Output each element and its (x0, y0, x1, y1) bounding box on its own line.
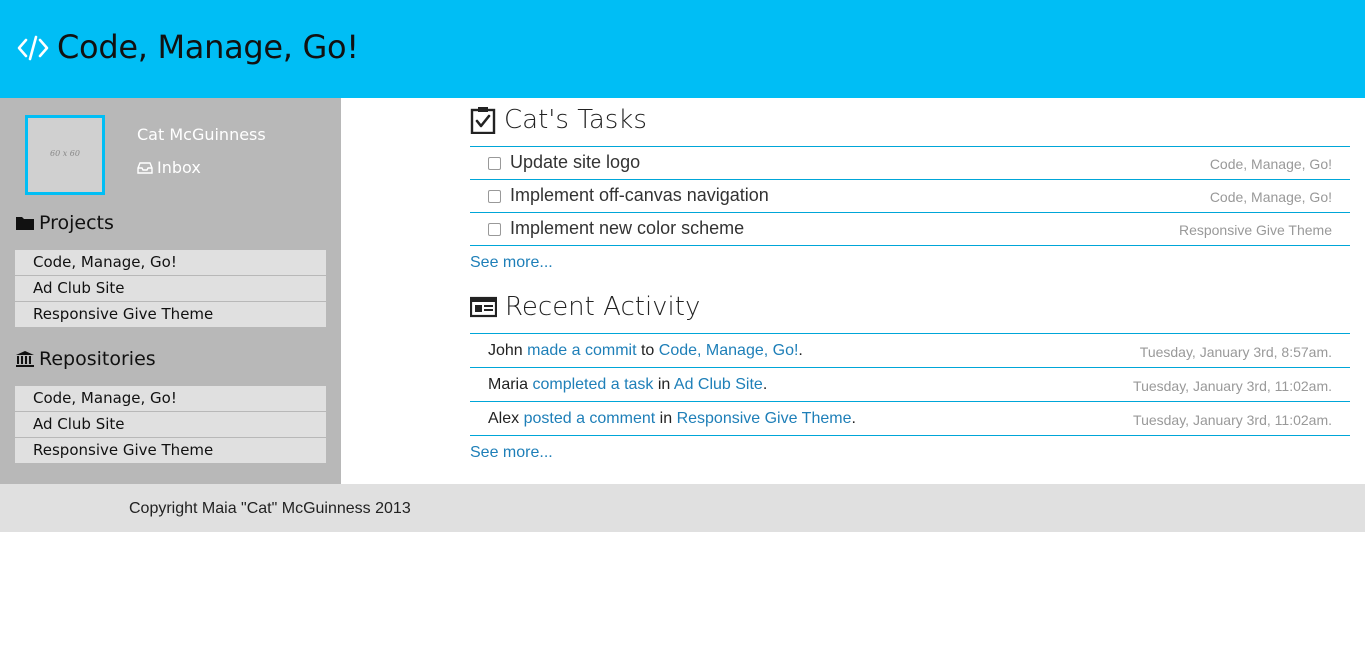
activity-preposition: to (640, 342, 655, 359)
divider (470, 435, 1350, 436)
projects-list: Code, Manage, Go! Ad Club Site Responsiv… (15, 250, 326, 327)
activity-time: Tuesday, January 3rd, 8:57am. (1139, 344, 1332, 360)
inbox-link[interactable]: Inbox (137, 158, 201, 177)
footer: Copyright Maia "Cat" McGuinness 2013 (0, 484, 1365, 532)
task-project: Responsive Give Theme (1178, 222, 1332, 238)
activity-time: Tuesday, January 3rd, 11:02am. (1133, 412, 1332, 428)
task-row: Update site logo Code, Manage, Go! (470, 147, 1350, 179)
activity-text: John made a commit to Code, Manage, Go!. (488, 342, 803, 360)
activity-period: . (798, 342, 803, 359)
activity-user: Alex (488, 410, 520, 427)
repository-item[interactable]: Ad Club Site (15, 412, 326, 438)
task-project: Code, Manage, Go! (1209, 189, 1332, 205)
activity-target-link[interactable]: Code, Manage, Go! (659, 342, 799, 359)
repositories-heading-label: Repositories (39, 348, 156, 370)
tasks-heading: Cat's Tasks (470, 98, 647, 142)
activity-text: Maria completed a task in Ad Club Site. (488, 376, 767, 394)
activity-preposition: in (659, 410, 673, 427)
activity-row: Maria completed a task in Ad Club Site. … (470, 368, 1350, 401)
project-item[interactable]: Code, Manage, Go! (15, 250, 326, 276)
activity-user: Maria (488, 376, 529, 393)
projects-heading-label: Projects (39, 212, 114, 234)
inbox-label: Inbox (157, 158, 201, 177)
task-checkbox[interactable] (488, 223, 501, 236)
clipboard-check-icon (470, 107, 496, 134)
avatar: 60 x 60 (25, 115, 105, 195)
repositories-heading: Repositories (15, 348, 156, 370)
activity-target-link[interactable]: Ad Club Site (674, 376, 763, 393)
projects-heading: Projects (15, 212, 114, 234)
task-label: Update site logo (510, 152, 641, 172)
activity-period: . (762, 376, 768, 393)
folder-icon (16, 217, 34, 230)
copyright-text: Copyright Maia "Cat" McGuinness 2013 (129, 500, 411, 517)
activity-action-link[interactable]: made a commit (527, 342, 636, 359)
activity-heading: Recent Activity (470, 285, 700, 329)
repository-item[interactable]: Code, Manage, Go! (15, 386, 326, 412)
newspaper-icon (470, 296, 497, 318)
activity-row: John made a commit to Code, Manage, Go!.… (470, 334, 1350, 367)
activity-target-link[interactable]: Responsive Give Theme (677, 410, 852, 427)
activity-user: John (488, 342, 523, 359)
task-checkbox[interactable] (488, 157, 501, 170)
activity-row: Alex posted a comment in Responsive Give… (470, 402, 1350, 435)
repositories-list: Code, Manage, Go! Ad Club Site Responsiv… (15, 386, 326, 463)
project-item[interactable]: Responsive Give Theme (15, 302, 326, 327)
site-header: Code, Manage, Go! (0, 0, 1365, 98)
activity-heading-label: Recent Activity (505, 292, 701, 322)
task-label: Implement off-canvas navigation (510, 185, 769, 205)
user-name: Cat McGuinness (137, 125, 266, 144)
task-checkbox[interactable] (488, 190, 501, 203)
task-row: Implement off-canvas navigation Code, Ma… (470, 180, 1350, 212)
inbox-icon (137, 161, 153, 174)
project-item[interactable]: Ad Club Site (15, 276, 326, 302)
repository-item[interactable]: Responsive Give Theme (15, 438, 326, 463)
task-project: Code, Manage, Go! (1209, 156, 1332, 172)
divider (470, 245, 1350, 246)
tasks-heading-label: Cat's Tasks (504, 105, 647, 135)
avatar-placeholder-text: 60 x 60 (50, 149, 80, 158)
sidebar: 60 x 60 Cat McGuinness Inbox Projects Co… (0, 98, 341, 484)
bank-icon (16, 351, 34, 367)
activity-see-more-link[interactable]: See more... (470, 444, 553, 462)
activity-time: Tuesday, January 3rd, 11:02am. (1133, 378, 1332, 394)
site-title: Code, Manage, Go! (57, 28, 359, 66)
tasks-see-more-link[interactable]: See more... (470, 254, 553, 272)
activity-action-link[interactable]: posted a comment (524, 410, 656, 427)
task-row: Implement new color scheme Responsive Gi… (470, 213, 1350, 245)
activity-period: . (851, 410, 856, 427)
activity-action-link[interactable]: completed a task (532, 376, 653, 393)
activity-preposition: in (657, 376, 671, 393)
activity-text: Alex posted a comment in Responsive Give… (488, 410, 856, 428)
code-icon (17, 35, 49, 61)
task-label: Implement new color scheme (510, 218, 745, 238)
